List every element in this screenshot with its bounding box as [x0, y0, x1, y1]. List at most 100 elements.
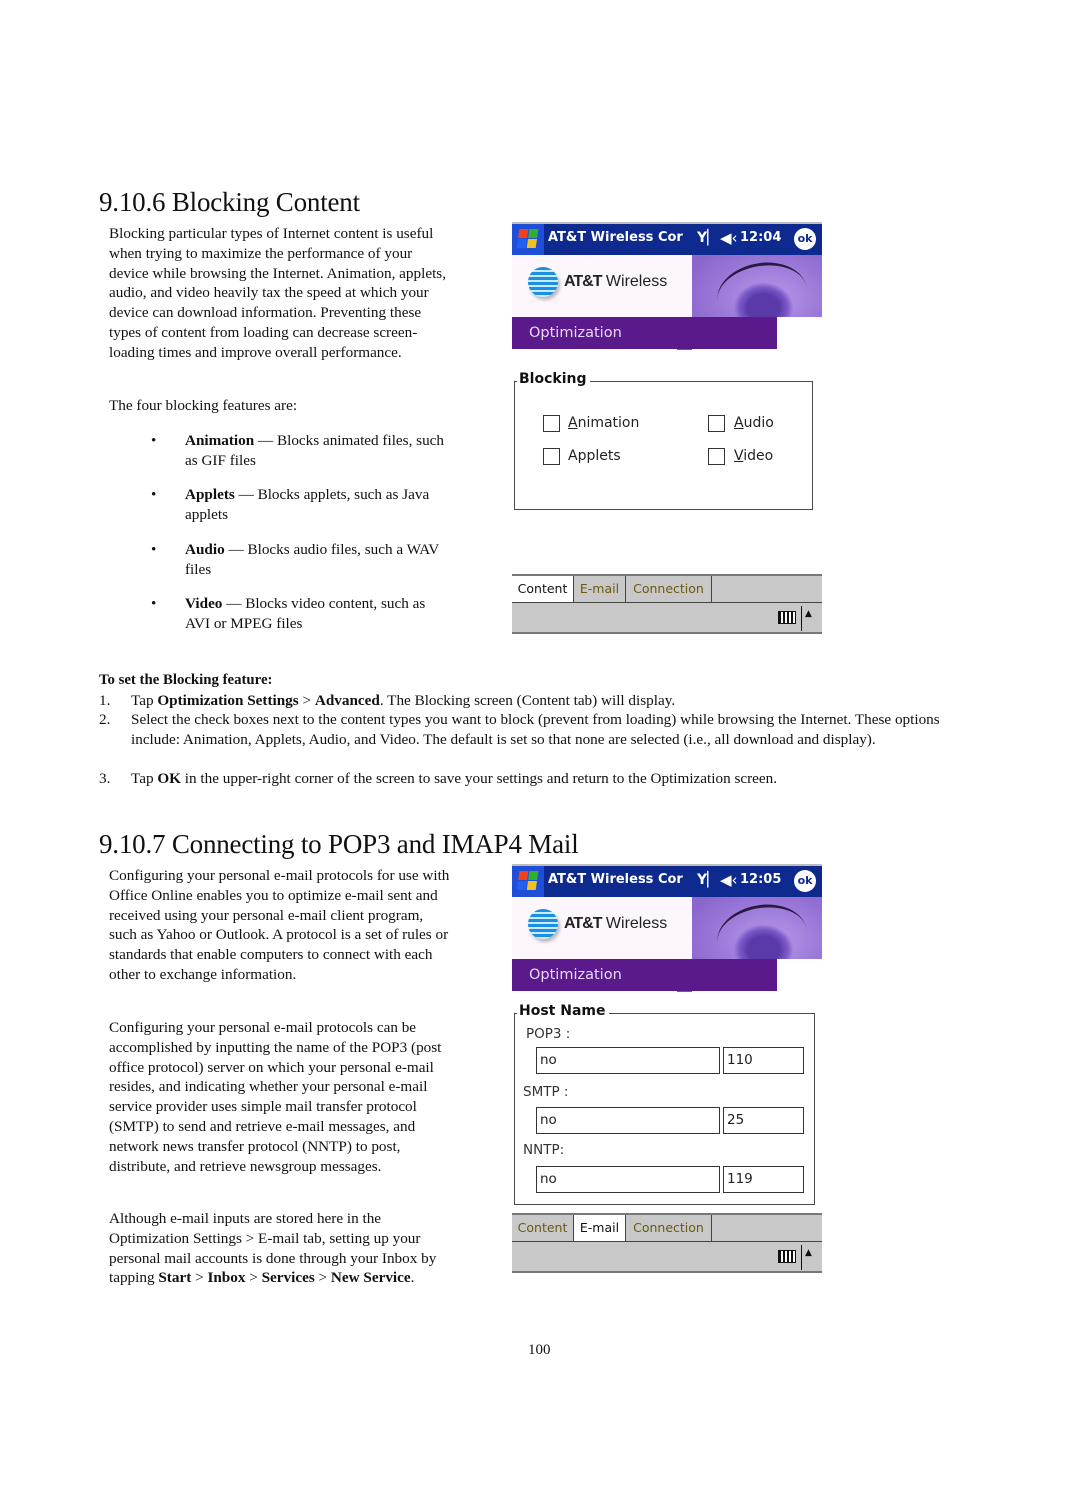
window-title: AT&T Wireless Cor — [548, 230, 683, 245]
feature-item: • Video — Blocks video content, such as A… — [151, 594, 451, 634]
text-run: > — [191, 1269, 208, 1287]
command-bar: ▲ — [512, 602, 822, 634]
pop3-host-input[interactable]: no — [536, 1047, 720, 1074]
bullet-icon: • — [151, 432, 157, 449]
tab-email[interactable]: E-mail — [574, 576, 626, 602]
feature-item: • Animation — Blocks animated files, such… — [151, 431, 451, 471]
command-bar: ▲ — [512, 1241, 822, 1273]
smtp-host-input[interactable]: no — [536, 1107, 720, 1134]
audio-label[interactable]: Audio — [734, 415, 774, 431]
bold-term: Inbox — [207, 1269, 246, 1287]
bold-term: Services — [261, 1269, 315, 1287]
animation-label[interactable]: Animation — [568, 415, 639, 431]
text-run: — Blocks video content, such as AVI or M… — [185, 595, 426, 632]
att-logo: AT&T Wireless — [564, 915, 668, 932]
windows-flag-icon — [516, 871, 540, 891]
smtp-port-input[interactable]: 25 — [723, 1107, 804, 1134]
pop3-port-input[interactable]: 110 — [723, 1047, 804, 1074]
nntp-port-input[interactable]: 119 — [723, 1166, 804, 1193]
bullet-icon: • — [151, 486, 157, 503]
banner-photo — [692, 897, 822, 976]
feature-item: • Applets — Blocks applets, such as Java … — [151, 485, 451, 525]
att-logo: AT&T Wireless — [564, 273, 668, 290]
bold-term: Start — [158, 1269, 192, 1287]
pop3-label: POP3 : — [526, 1026, 571, 1042]
att-globe-icon — [528, 909, 558, 939]
windows-flag-icon — [516, 229, 540, 249]
clock[interactable]: 12:05 — [740, 872, 781, 887]
feature-text: Applets — Blocks applets, such as Java a… — [185, 485, 447, 525]
clock[interactable]: 12:04 — [740, 230, 781, 245]
step-item: 1. Tap Optimization Settings > Advanced. … — [99, 691, 989, 711]
nntp-host-input[interactable]: no — [536, 1166, 720, 1193]
bold-term: Video — [185, 595, 223, 612]
applets-label[interactable]: Applets — [568, 448, 621, 464]
speaker-icon[interactable]: ◀‹ — [720, 871, 738, 889]
nntp-label: NNTP: — [523, 1142, 565, 1158]
step-item: 3. Tap OK in the upper-right corner of th… — [99, 769, 989, 789]
tab-email[interactable]: E-mail — [574, 1215, 626, 1241]
video-checkbox[interactable] — [708, 448, 725, 465]
blocking-group-legend: Blocking — [517, 371, 591, 387]
keyboard-icon[interactable] — [778, 1250, 796, 1263]
applets-checkbox[interactable] — [543, 448, 560, 465]
speaker-icon[interactable]: ◀‹ — [720, 229, 738, 247]
blocking-group — [514, 381, 813, 510]
step-number: 1. — [99, 692, 111, 709]
steps-title: To set the Blocking feature: — [99, 672, 273, 688]
step-number: 2. — [99, 711, 111, 728]
animation-checkbox[interactable] — [543, 415, 560, 432]
bullet-icon: • — [151, 541, 157, 558]
email-screenshot: AT&T Wireless Cor Y▏ ◀‹ 12:05 ok AT&T Wi… — [512, 864, 822, 1278]
att-banner: AT&T Wireless — [512, 897, 822, 992]
separator — [801, 606, 802, 631]
blocking-screenshot: AT&T Wireless Cor Y▏ ◀‹ 12:04 ok AT&T Wi… — [512, 222, 822, 638]
pop3-para-1: Configuring your personal e-mail protoco… — [109, 867, 450, 983]
optimization-banner: Optimization — [512, 959, 777, 991]
signal-icon[interactable]: Y▏ — [697, 230, 718, 246]
step-number: 3. — [99, 770, 111, 787]
ok-button[interactable]: ok — [794, 870, 816, 892]
bullet-icon: • — [151, 595, 157, 612]
signal-icon[interactable]: Y▏ — [697, 872, 718, 888]
feature-text: Animation — Blocks animated files, such … — [185, 431, 447, 471]
text-run: > — [245, 1269, 262, 1287]
bold-term: New Service — [330, 1269, 411, 1287]
bold-term: Animation — [185, 432, 255, 449]
text-run: . — [410, 1269, 415, 1287]
feature-text: Audio — Blocks audio files, such a WAV f… — [185, 540, 447, 580]
step-text: Tap OK in the upper-right corner of the … — [131, 769, 983, 789]
text-run: in the upper-right corner of the screen … — [181, 770, 778, 787]
keyboard-icon[interactable] — [778, 611, 796, 624]
start-button[interactable] — [512, 866, 544, 897]
tab-content[interactable]: Content — [512, 576, 574, 602]
tab-strip: Content E-mail Connection — [512, 574, 822, 602]
feature-text: Video — Blocks video content, such as AV… — [185, 594, 447, 634]
att-globe-icon — [528, 267, 558, 297]
input-panel-arrow-icon[interactable]: ▲ — [805, 609, 812, 619]
text-run: Tap — [131, 770, 158, 787]
section-heading-pop3-imap4: 9.10.7 Connecting to POP3 and IMAP4 Mail — [99, 829, 579, 859]
bold-term: OK — [157, 770, 181, 787]
tab-strip: Content E-mail Connection — [512, 1213, 822, 1241]
bold-term: Advanced — [314, 692, 380, 709]
tab-content[interactable]: Content — [512, 1215, 574, 1241]
audio-checkbox[interactable] — [708, 415, 725, 432]
bold-term: Applets — [185, 486, 235, 503]
smtp-label: SMTP : — [523, 1084, 569, 1100]
ok-button[interactable]: ok — [794, 228, 816, 250]
pop3-para-2: Configuring your personal e-mail protoco… — [109, 1019, 442, 1175]
video-label[interactable]: Video — [734, 448, 773, 464]
text-run: . The Blocking screen (Content tab) will… — [379, 692, 676, 709]
step-text: Select the check boxes next to the conte… — [131, 710, 983, 750]
bold-term: Audio — [185, 541, 225, 558]
tab-connection[interactable]: Connection — [626, 1215, 712, 1241]
tab-connection[interactable]: Connection — [626, 576, 712, 602]
start-button[interactable] — [512, 224, 544, 255]
feature-item: • Audio — Blocks audio files, such a WAV … — [151, 540, 451, 580]
host-name-legend: Host Name — [517, 1003, 610, 1019]
input-panel-arrow-icon[interactable]: ▲ — [805, 1248, 812, 1258]
page-number: 100 — [528, 1342, 551, 1358]
pop3-para-3: Although e-mail inputs are stored here i… — [109, 1209, 454, 1288]
step-item: 2. Select the check boxes next to the con… — [99, 710, 989, 748]
